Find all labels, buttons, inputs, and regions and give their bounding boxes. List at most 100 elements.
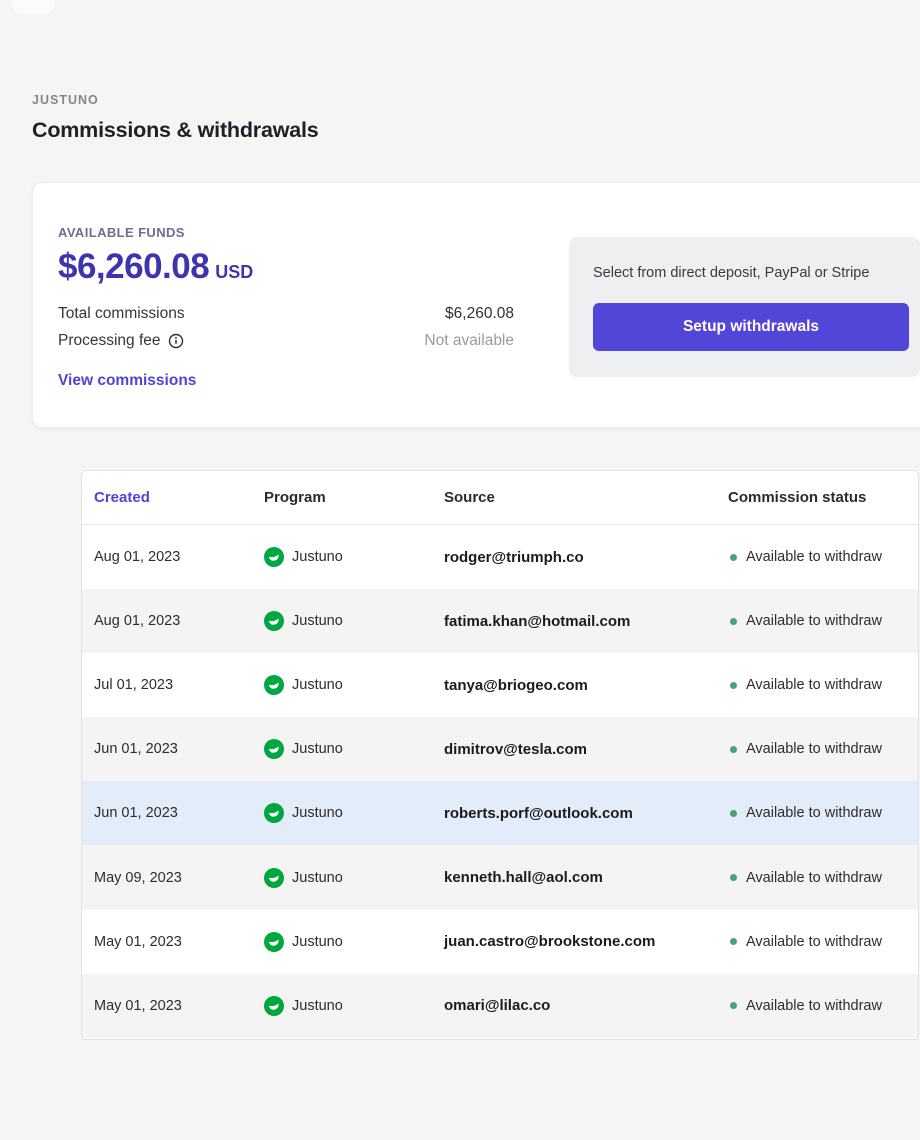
justuno-program-icon — [264, 611, 284, 631]
status-cell: Available to withdraw — [728, 805, 918, 821]
program-name: Justuno — [292, 934, 343, 950]
table-row[interactable]: Jul 01, 2023 Justuno tanya@briogeo.com A… — [82, 653, 918, 717]
page-header: JUSTUNO Commissions & withdrawals — [32, 93, 319, 143]
created-cell: May 01, 2023 — [94, 998, 264, 1014]
program-cell: Justuno — [264, 868, 444, 888]
processing-fee-row: Processing fee Not available — [58, 327, 514, 354]
source-cell: roberts.porf@outlook.com — [444, 805, 728, 822]
program-cell: Justuno — [264, 932, 444, 952]
status-dot-icon — [730, 874, 737, 881]
program-name: Justuno — [292, 549, 343, 565]
table-row[interactable]: Jun 01, 2023 Justuno roberts.porf@outloo… — [82, 781, 918, 845]
justuno-program-icon — [264, 996, 284, 1016]
program-cell: Justuno — [264, 675, 444, 695]
program-name: Justuno — [292, 677, 343, 693]
table-row[interactable]: May 01, 2023 Justuno juan.castro@brookst… — [82, 910, 918, 974]
status-label: Available to withdraw — [746, 549, 882, 565]
info-icon[interactable] — [168, 333, 184, 349]
table-row[interactable]: May 01, 2023 Justuno omari@lilac.co Avai… — [82, 974, 918, 1038]
table-row[interactable]: Aug 01, 2023 Justuno fatima.khan@hotmail… — [82, 589, 918, 653]
justuno-program-icon — [264, 803, 284, 823]
source-cell: kenneth.hall@aol.com — [444, 869, 728, 886]
status-label: Available to withdraw — [746, 741, 882, 757]
table-row[interactable]: Aug 01, 2023 Justuno rodger@triumph.co A… — [82, 525, 918, 589]
status-cell: Available to withdraw — [728, 870, 918, 886]
table-body: Aug 01, 2023 Justuno rodger@triumph.co A… — [82, 525, 918, 1038]
status-cell: Available to withdraw — [728, 677, 918, 693]
table-row[interactable]: May 09, 2023 Justuno kenneth.hall@aol.co… — [82, 845, 918, 909]
program-cell: Justuno — [264, 803, 444, 823]
header-cell-program[interactable]: Program — [264, 489, 444, 506]
source-cell: dimitrov@tesla.com — [444, 741, 728, 758]
created-cell: May 09, 2023 — [94, 870, 264, 886]
available-amount: $6,260.08 — [58, 247, 209, 286]
status-label: Available to withdraw — [746, 613, 882, 629]
program-name: Justuno — [292, 613, 343, 629]
status-label: Available to withdraw — [746, 934, 882, 950]
created-cell: Jun 01, 2023 — [94, 741, 264, 757]
status-dot-icon — [730, 938, 737, 945]
status-dot-icon — [730, 682, 737, 689]
table-header: Created Program Source Commission status — [82, 471, 918, 525]
program-name: Justuno — [292, 870, 343, 886]
justuno-program-icon — [264, 675, 284, 695]
source-cell: fatima.khan@hotmail.com — [444, 613, 728, 630]
total-commissions-value: $6,260.08 — [445, 305, 514, 323]
status-label: Available to withdraw — [746, 870, 882, 886]
created-cell: Aug 01, 2023 — [94, 613, 264, 629]
created-cell: May 01, 2023 — [94, 934, 264, 950]
program-name: Justuno — [292, 741, 343, 757]
source-cell: juan.castro@brookstone.com — [444, 933, 728, 950]
created-cell: Aug 01, 2023 — [94, 549, 264, 565]
processing-fee-value: Not available — [424, 332, 514, 350]
scrolled-card-remnant — [12, 0, 54, 14]
justuno-program-icon — [264, 868, 284, 888]
status-cell: Available to withdraw — [728, 613, 918, 629]
source-cell: tanya@briogeo.com — [444, 677, 728, 694]
funds-card: AVAILABLE FUNDS $6,260.08 USD Total commi… — [32, 182, 920, 428]
table-row[interactable]: Jun 01, 2023 Justuno dimitrov@tesla.com … — [82, 717, 918, 781]
status-dot-icon — [730, 618, 737, 625]
page-title: Commissions & withdrawals — [32, 118, 319, 143]
withdraw-panel: Select from direct deposit, PayPal or St… — [569, 237, 920, 377]
status-label: Available to withdraw — [746, 998, 882, 1014]
program-name: Justuno — [292, 998, 343, 1014]
page: { "page": { "eyebrow": "JUSTUNO", "title… — [0, 0, 920, 1140]
total-commissions-row: Total commissions $6,260.08 — [58, 300, 514, 327]
status-cell: Available to withdraw — [728, 934, 918, 950]
commissions-table: Created Program Source Commission status… — [81, 470, 919, 1040]
justuno-program-icon — [264, 932, 284, 952]
program-name: Justuno — [292, 805, 343, 821]
header-cell-source[interactable]: Source — [444, 489, 728, 506]
status-cell: Available to withdraw — [728, 549, 918, 565]
program-eyebrow: JUSTUNO — [32, 93, 319, 107]
status-cell: Available to withdraw — [728, 741, 918, 757]
header-cell-commission-status[interactable]: Commission status — [728, 489, 918, 506]
justuno-program-icon — [264, 547, 284, 567]
header-cell-created[interactable]: Created — [94, 489, 264, 506]
processing-fee-label: Processing fee — [58, 332, 161, 350]
available-funds-section: AVAILABLE FUNDS $6,260.08 USD Total commi… — [58, 225, 514, 390]
program-cell: Justuno — [264, 996, 444, 1016]
total-commissions-label: Total commissions — [58, 305, 185, 323]
source-cell: omari@lilac.co — [444, 997, 728, 1014]
status-dot-icon — [730, 1002, 737, 1009]
source-cell: rodger@triumph.co — [444, 549, 728, 566]
program-cell: Justuno — [264, 547, 444, 567]
available-funds-label: AVAILABLE FUNDS — [58, 225, 514, 240]
created-cell: Jun 01, 2023 — [94, 805, 264, 821]
status-dot-icon — [730, 554, 737, 561]
status-dot-icon — [730, 746, 737, 753]
status-dot-icon — [730, 810, 737, 817]
view-commissions-link[interactable]: View commissions — [58, 372, 196, 390]
setup-withdrawals-button[interactable]: Setup withdrawals — [593, 303, 909, 351]
withdraw-panel-description: Select from direct deposit, PayPal or St… — [593, 265, 869, 281]
status-label: Available to withdraw — [746, 805, 882, 821]
funds-breakdown: Total commissions $6,260.08 Processing f… — [58, 300, 514, 354]
created-cell: Jul 01, 2023 — [94, 677, 264, 693]
program-cell: Justuno — [264, 739, 444, 759]
justuno-program-icon — [264, 739, 284, 759]
currency-label: USD — [215, 262, 253, 282]
status-label: Available to withdraw — [746, 677, 882, 693]
available-amount-row: $6,260.08 USD — [58, 247, 514, 287]
